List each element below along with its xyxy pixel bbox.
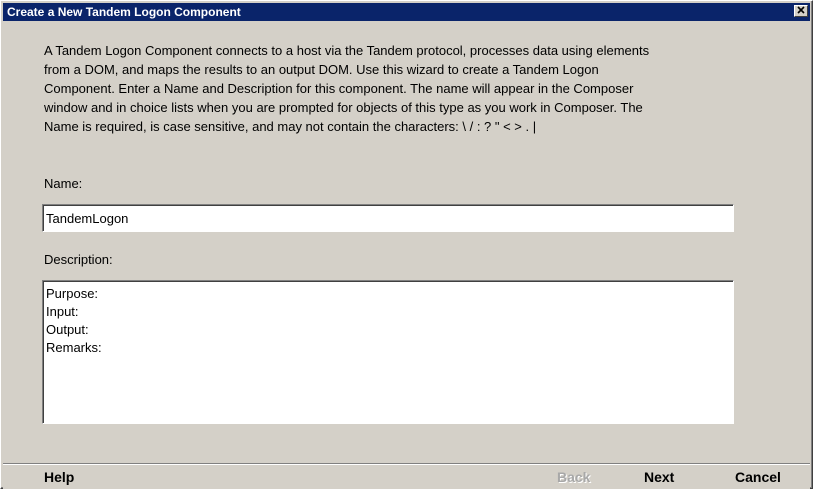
next-button[interactable]: Next <box>644 469 674 485</box>
help-button[interactable]: Help <box>44 469 74 485</box>
description-line: Input: <box>46 304 79 319</box>
description-textarea[interactable]: Purpose: Input: Output: Remarks: <box>42 280 734 424</box>
close-icon <box>797 6 805 14</box>
description-line: Remarks: <box>46 340 102 355</box>
wizard-dialog: Create a New Tandem Logon Component A Ta… <box>0 0 813 489</box>
title-bar[interactable]: Create a New Tandem Logon Component <box>3 3 810 21</box>
intro-line: A Tandem Logon Component connects to a h… <box>44 43 650 58</box>
wizard-button-bar: Help Back Next Cancel <box>3 463 810 489</box>
name-input[interactable] <box>42 204 734 232</box>
intro-line: window and in choice lists when you are … <box>44 100 643 115</box>
intro-line: from a DOM, and maps the results to an o… <box>44 62 599 77</box>
description-line: Purpose: <box>46 286 99 301</box>
intro-text: A Tandem Logon Component connects to a h… <box>44 41 784 136</box>
name-label: Name: <box>44 176 83 191</box>
back-button: Back <box>557 469 591 485</box>
intro-line: Name is required, is case sensitive, and… <box>44 119 537 134</box>
description-label: Description: <box>44 252 113 267</box>
intro-line: Component. Enter a Name and Description … <box>44 81 634 96</box>
dialog-title: Create a New Tandem Logon Component <box>7 5 241 19</box>
cancel-button[interactable]: Cancel <box>735 469 781 485</box>
close-button[interactable] <box>794 5 808 17</box>
description-line: Output: <box>46 322 89 337</box>
